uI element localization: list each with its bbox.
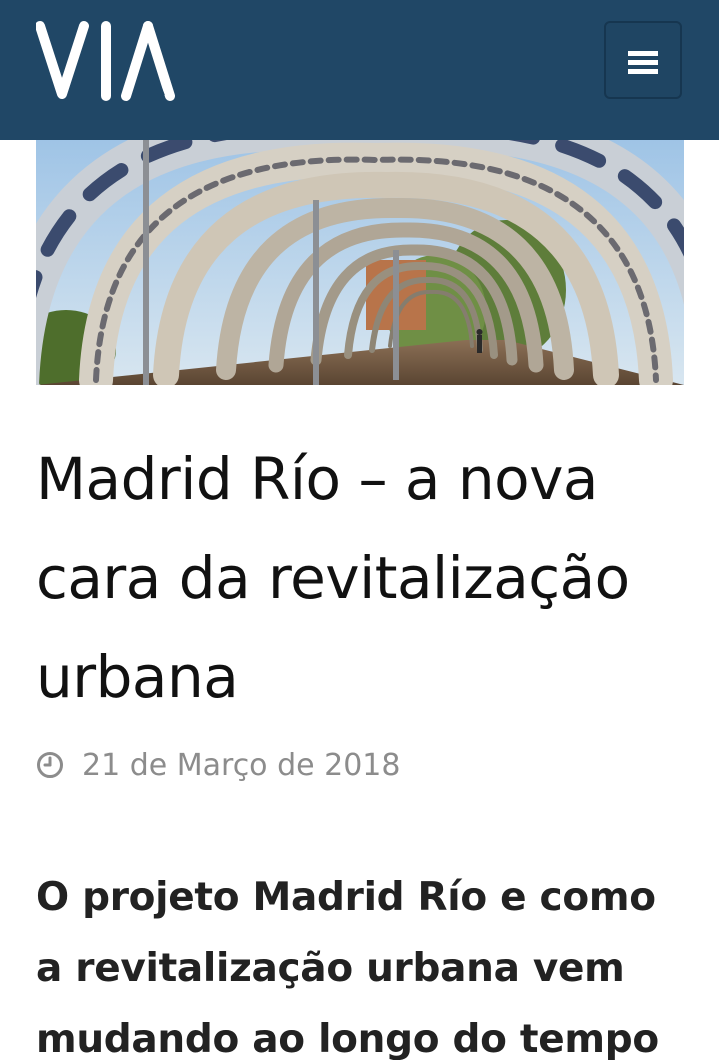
hero-image <box>36 140 684 385</box>
clock-icon <box>37 752 63 778</box>
article-title: Madrid Río – a nova cara da revitalizaçã… <box>36 430 696 727</box>
menu-button[interactable] <box>604 21 682 99</box>
page: Madrid Río – a nova cara da revitalizaçã… <box>0 0 719 1060</box>
article-date: 21 de Março de 2018 <box>36 742 400 788</box>
article-title-line: urbana <box>36 643 239 711</box>
article-title-line: cara da revitalização <box>36 544 630 612</box>
article-subtitle-line: O projeto Madrid Río e como <box>36 875 656 920</box>
article-title-line: Madrid Río – a nova <box>36 445 598 513</box>
article-subtitle: O projeto Madrid Río e como a revitaliza… <box>36 862 696 1060</box>
hamburger-icon <box>628 51 658 74</box>
site-logo[interactable] <box>36 20 176 102</box>
article-subtitle-line: a revitalização urbana vem <box>36 946 625 991</box>
article-date-text: 21 de Março de 2018 <box>82 747 401 783</box>
article-subtitle-line: mudando ao longo do tempo <box>36 1017 659 1060</box>
site-header <box>0 0 719 140</box>
